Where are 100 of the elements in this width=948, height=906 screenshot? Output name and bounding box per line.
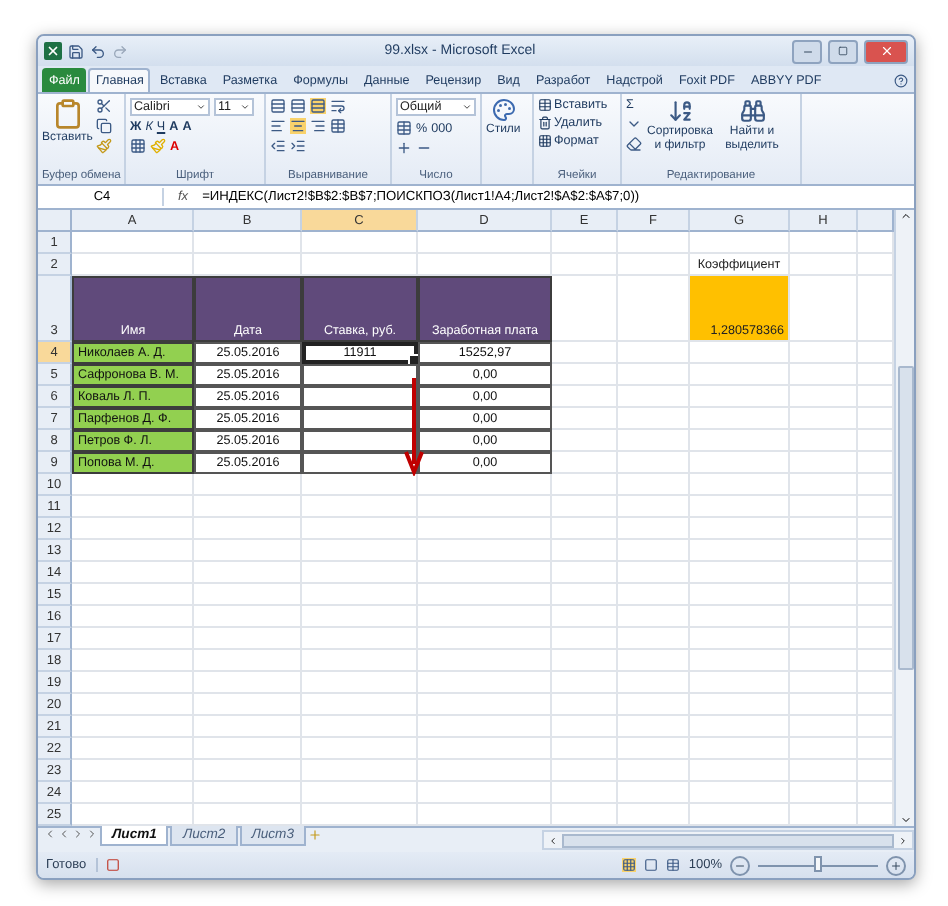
zoom-out-button[interactable] xyxy=(730,855,750,875)
border-icon[interactable] xyxy=(130,138,146,154)
table-cell xyxy=(552,782,618,804)
prev-sheet-icon[interactable] xyxy=(58,828,70,840)
page-layout-icon[interactable] xyxy=(644,858,659,872)
vertical-scrollbar[interactable] xyxy=(894,210,914,826)
table-cell xyxy=(552,364,618,386)
table-cell xyxy=(790,540,858,562)
scroll-up-icon[interactable] xyxy=(899,210,911,222)
table-cell xyxy=(418,496,552,518)
sort-icon xyxy=(667,98,693,124)
copy-icon[interactable] xyxy=(96,118,113,134)
table-cell xyxy=(690,782,790,804)
table-cell xyxy=(790,716,858,738)
minimize-button[interactable] xyxy=(792,39,822,63)
table-cell xyxy=(690,364,790,386)
table-cell xyxy=(302,650,418,672)
table-cell xyxy=(72,562,194,584)
fill-color-icon[interactable] xyxy=(150,138,166,154)
table-cell xyxy=(72,540,194,562)
table-cell xyxy=(418,540,552,562)
align-center-icon[interactable] xyxy=(290,118,306,134)
macro-record-icon[interactable] xyxy=(106,858,121,872)
table-cell xyxy=(618,584,690,606)
table-cell xyxy=(302,232,418,254)
table-cell xyxy=(690,496,790,518)
table-cell xyxy=(552,606,618,628)
zoom-in-button[interactable] xyxy=(886,855,906,875)
table-cell xyxy=(690,760,790,782)
align-middle-icon[interactable] xyxy=(290,98,306,114)
table-cell xyxy=(552,738,618,760)
indent-decrease-icon[interactable] xyxy=(270,138,286,154)
scroll-right-icon[interactable] xyxy=(898,835,908,845)
align-right-icon[interactable] xyxy=(310,118,326,134)
scissors-icon[interactable] xyxy=(96,98,113,114)
table-cell xyxy=(618,760,690,782)
table-cell xyxy=(690,606,790,628)
table-cell xyxy=(72,672,194,694)
help-icon[interactable] xyxy=(894,74,908,88)
table-cell xyxy=(194,628,302,650)
scroll-left-icon[interactable] xyxy=(548,835,558,845)
normal-view-icon[interactable] xyxy=(622,858,637,872)
table-cell xyxy=(194,782,302,804)
merge-icon[interactable] xyxy=(330,118,346,134)
table-cell xyxy=(194,606,302,628)
table-cell xyxy=(790,386,858,408)
dropdown-icon xyxy=(462,102,472,112)
page-break-icon[interactable] xyxy=(666,858,681,872)
scroll-thumb[interactable] xyxy=(562,833,894,847)
align-top-icon[interactable] xyxy=(270,98,286,114)
table-cell xyxy=(194,738,302,760)
eraser-icon[interactable] xyxy=(626,136,642,152)
table-cell xyxy=(618,452,690,474)
table-cell xyxy=(790,760,858,782)
dropdown-icon xyxy=(196,102,206,112)
binoculars-icon xyxy=(739,98,765,124)
down-arrow xyxy=(404,376,424,476)
table-cell xyxy=(790,606,858,628)
table-cell xyxy=(618,386,690,408)
table-cell xyxy=(790,584,858,606)
table-cell xyxy=(690,672,790,694)
scroll-down-icon[interactable] xyxy=(899,814,911,826)
table-cell xyxy=(72,628,194,650)
excel-logo-icon xyxy=(44,42,62,60)
table-cell xyxy=(690,518,790,540)
table-cell xyxy=(302,760,418,782)
close-icon xyxy=(879,44,893,58)
table-cell xyxy=(302,628,418,650)
horizontal-scrollbar[interactable] xyxy=(542,830,914,850)
last-sheet-icon[interactable] xyxy=(86,828,98,840)
table-cell xyxy=(72,474,194,496)
increase-decimal-icon[interactable] xyxy=(396,140,412,156)
align-bottom-icon[interactable] xyxy=(310,98,326,114)
table-cell xyxy=(690,386,790,408)
first-sheet-icon[interactable] xyxy=(44,828,56,840)
wrap-text-icon[interactable] xyxy=(330,98,346,114)
table-cell xyxy=(194,694,302,716)
indent-increase-icon[interactable] xyxy=(290,138,306,154)
table-cell xyxy=(194,496,302,518)
table-cell xyxy=(552,386,618,408)
save-icon[interactable] xyxy=(68,43,84,59)
table-cell xyxy=(418,738,552,760)
zoom-slider-thumb[interactable] xyxy=(814,855,822,871)
table-cell xyxy=(790,276,858,342)
close-button[interactable] xyxy=(864,39,908,63)
next-sheet-icon[interactable] xyxy=(72,828,84,840)
table-cell xyxy=(790,562,858,584)
maximize-button[interactable] xyxy=(828,39,858,63)
redo-icon[interactable] xyxy=(112,43,128,59)
plus-icon xyxy=(890,859,902,871)
undo-icon[interactable] xyxy=(90,43,106,59)
table-cell xyxy=(552,672,618,694)
table-cell xyxy=(552,584,618,606)
table-cell xyxy=(552,694,618,716)
scroll-thumb[interactable] xyxy=(897,366,913,670)
table-cell xyxy=(302,496,418,518)
table-cell xyxy=(418,474,552,496)
table-cell xyxy=(552,342,618,364)
table-cell xyxy=(302,584,418,606)
align-left-icon[interactable] xyxy=(270,118,286,134)
